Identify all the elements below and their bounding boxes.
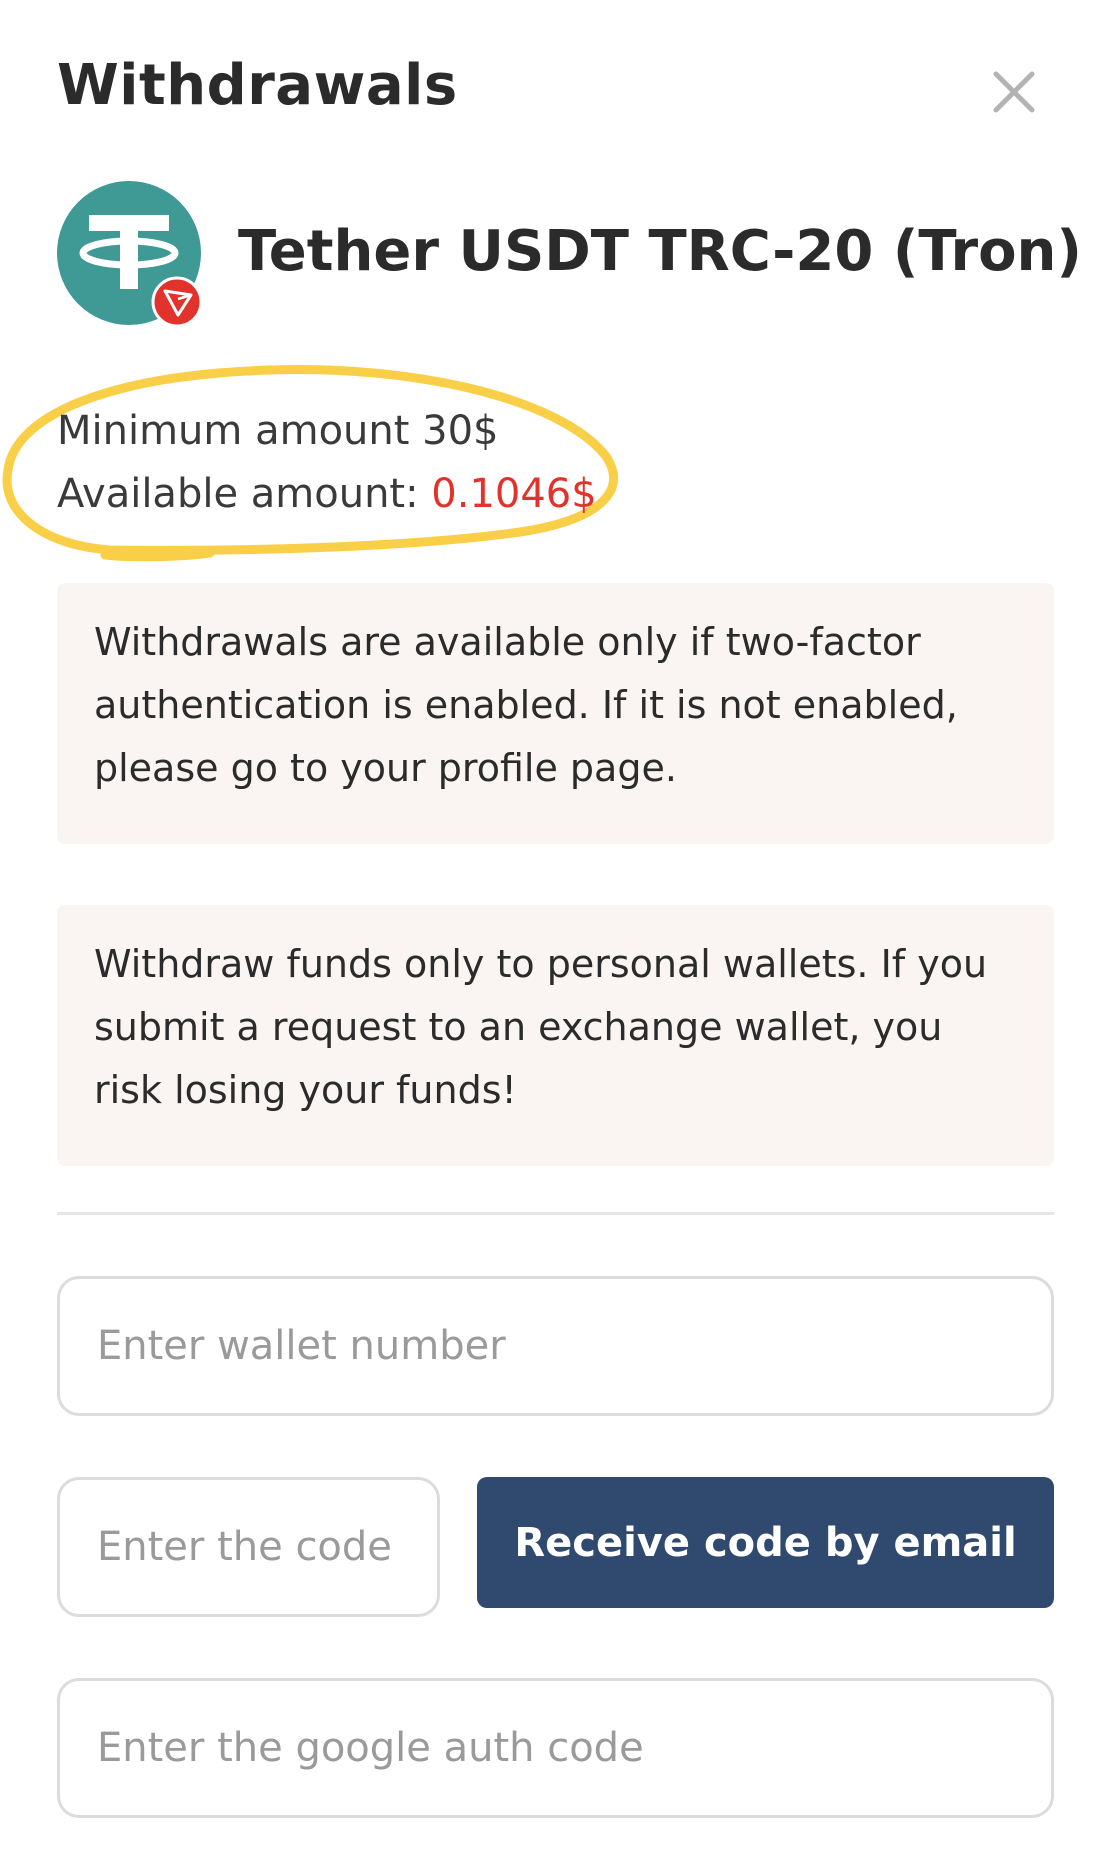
amounts-block: Minimum amount 30$ Available amount: 0.1… xyxy=(57,400,597,526)
available-amount-value: 0.1046$ xyxy=(431,471,597,517)
withdrawals-modal: Withdrawals Tether USDT TRC-20 (Tron) Mi… xyxy=(0,0,1111,1851)
available-amount-row: Available amount: 0.1046$ xyxy=(57,463,597,526)
wallet-warning-notice: Withdraw funds only to personal wallets.… xyxy=(57,905,1054,1166)
tron-icon xyxy=(151,276,201,325)
receive-code-button[interactable]: Receive code by email xyxy=(477,1477,1054,1608)
available-amount-label: Available amount: xyxy=(57,471,432,517)
wallet-number-input[interactable] xyxy=(57,1276,1054,1416)
google-auth-code-input[interactable] xyxy=(57,1678,1054,1818)
coin-name: Tether USDT TRC-20 (Tron) xyxy=(238,219,1083,284)
two-factor-notice: Withdrawals are available only if two-fa… xyxy=(57,583,1054,844)
tether-icon xyxy=(57,181,201,325)
divider xyxy=(57,1212,1054,1215)
minimum-amount: Minimum amount 30$ xyxy=(57,408,499,454)
email-code-input[interactable] xyxy=(57,1477,440,1617)
modal-title: Withdrawals xyxy=(57,53,458,118)
coin-header: Tether USDT TRC-20 (Tron) xyxy=(57,181,1082,325)
close-icon[interactable] xyxy=(984,62,1044,122)
